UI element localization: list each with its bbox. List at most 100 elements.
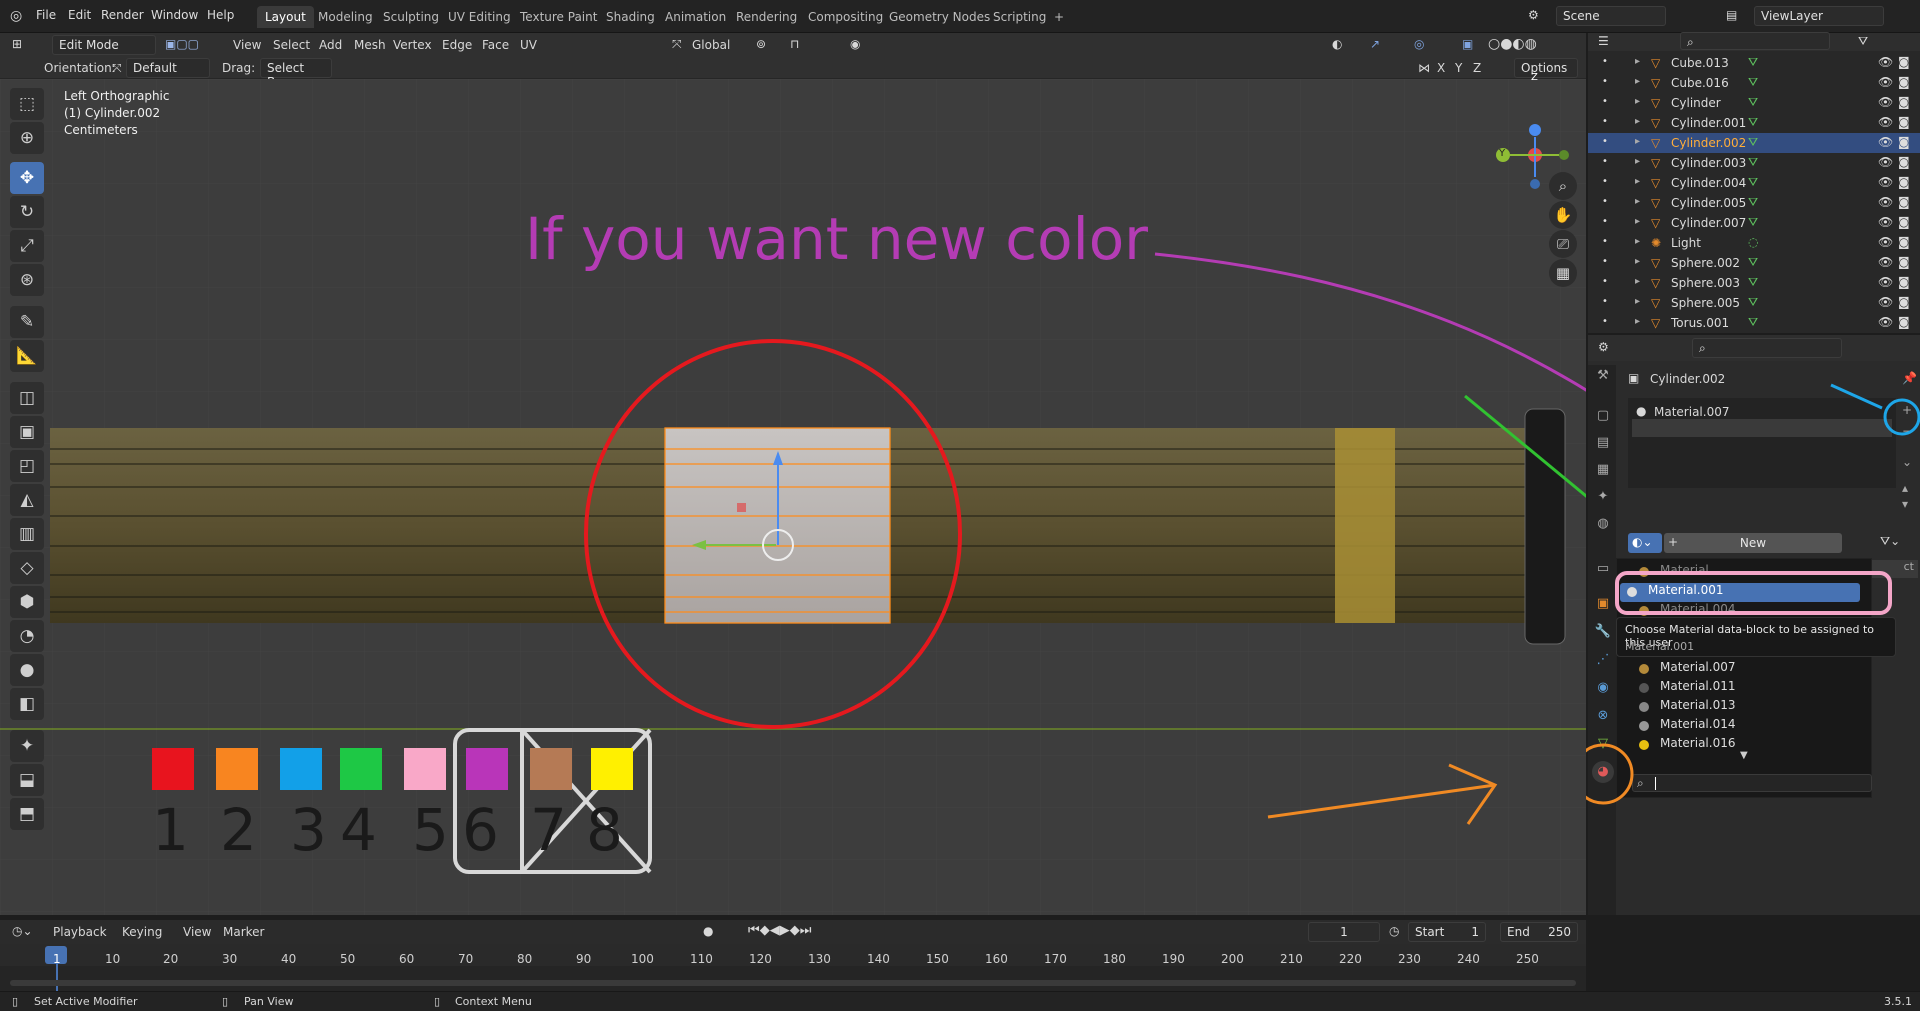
tab-compositing[interactable]: Compositing — [800, 6, 891, 28]
expand-icon[interactable]: ▸ — [1635, 96, 1640, 107]
record-icon[interactable]: ● — [703, 924, 713, 938]
visibility-dot-icon[interactable]: • — [1602, 196, 1608, 207]
menu-playback[interactable]: Playback — [53, 925, 107, 939]
visibility-dot-icon[interactable]: • — [1602, 276, 1608, 287]
overlay-toggle-icon[interactable]: ◎ — [1414, 37, 1424, 51]
nav-gizmo-z[interactable] — [1529, 124, 1541, 136]
render-camera-icon[interactable]: ◙ — [1898, 195, 1910, 209]
visibility-dot-icon[interactable]: • — [1602, 316, 1608, 327]
outliner-item[interactable]: • ▸ ▽ Cube.016 ⛛ 👁 ◙ — [1588, 73, 1920, 93]
edge-slide-tool-icon[interactable]: ◧ — [10, 688, 44, 720]
scale-tool-icon[interactable]: ⤢ — [10, 230, 44, 262]
proportional-edit-icon[interactable]: ◉ — [850, 37, 860, 51]
poly-build-tool-icon[interactable]: ⬢ — [10, 586, 44, 618]
extrude-tool-icon[interactable]: ▣ — [10, 416, 44, 448]
add-workspace-button[interactable]: + — [1046, 6, 1072, 28]
filter-icon[interactable]: ⛛ — [1858, 34, 1868, 49]
eye-icon[interactable]: 👁 — [1878, 75, 1893, 89]
ortho-grid-icon[interactable]: ▦ — [1549, 259, 1577, 287]
render-camera-icon[interactable]: ◙ — [1898, 255, 1910, 269]
preview-range-icon[interactable]: ◷ — [1389, 924, 1399, 938]
menu-keying[interactable]: Keying — [122, 925, 162, 939]
expand-icon[interactable]: ▸ — [1635, 276, 1640, 287]
outliner-item[interactable]: • ▸ ▽ Cylinder.007 ⛛ 👁 ◙ — [1588, 213, 1920, 233]
select-mode-icons[interactable]: ▣▢▢ — [165, 37, 199, 51]
eye-icon[interactable]: 👁 — [1878, 55, 1893, 69]
mesh-data-icon[interactable]: ⛛ — [1748, 215, 1758, 230]
menu-render[interactable]: Render — [101, 8, 144, 22]
eye-icon[interactable]: 👁 — [1878, 195, 1893, 209]
shrink-fatten-tool-icon[interactable]: ✦ — [10, 730, 44, 762]
menu-edge[interactable]: Edge — [442, 38, 472, 52]
eye-icon[interactable]: 👁 — [1878, 135, 1893, 149]
smooth-tool-icon[interactable]: ● — [10, 654, 44, 686]
transform-tool-icon[interactable]: ⊛ — [10, 264, 44, 296]
tab-geometry-nodes[interactable]: Geometry Nodes — [881, 6, 998, 28]
select-box-tool-icon[interactable]: ⬚ — [10, 88, 44, 120]
eye-icon[interactable]: 👁 — [1878, 175, 1893, 189]
mesh-data-icon[interactable]: ⛛ — [1748, 275, 1758, 290]
expand-icon[interactable]: ▸ — [1635, 196, 1640, 207]
expand-icon[interactable]: ▸ — [1635, 116, 1640, 127]
eye-icon[interactable]: 👁 — [1878, 315, 1893, 329]
eye-icon[interactable]: 👁 — [1878, 235, 1893, 249]
render-camera-icon[interactable]: ◙ — [1898, 295, 1910, 309]
expand-icon[interactable]: ▸ — [1635, 216, 1640, 227]
start-frame-field[interactable]: Start 1 — [1408, 922, 1486, 942]
eye-icon[interactable]: 👁 — [1878, 295, 1893, 309]
scene-field[interactable]: Scene — [1556, 6, 1666, 26]
visibility-dot-icon[interactable]: • — [1602, 216, 1608, 227]
render-camera-icon[interactable]: ◙ — [1898, 315, 1910, 329]
visibility-dot-icon[interactable]: • — [1602, 256, 1608, 267]
blender-logo-icon[interactable]: ◎ — [10, 8, 22, 24]
outliner-item[interactable]: • ▸ ▽ Cylinder ⛛ 👁 ◙ — [1588, 93, 1920, 113]
mirror-icon[interactable]: ⋈ — [1418, 61, 1430, 75]
menu-help[interactable]: Help — [207, 8, 234, 22]
transform-orientation-icon[interactable]: ⤧ — [672, 37, 682, 52]
add-cube-tool-icon[interactable]: ◫ — [10, 382, 44, 414]
shading-modes-icon[interactable]: ○●◐◍ — [1488, 36, 1537, 52]
scene-icon[interactable]: ⚙ — [1528, 8, 1539, 22]
render-camera-icon[interactable]: ◙ — [1898, 175, 1910, 189]
spin-tool-icon[interactable]: ◔ — [10, 620, 44, 652]
mesh-data-icon[interactable]: ⛛ — [1748, 175, 1758, 190]
xray-toggle-icon[interactable]: ▣ — [1462, 37, 1473, 51]
view-layer-icon[interactable]: ▤ — [1726, 8, 1737, 22]
menu-select[interactable]: Select — [273, 38, 310, 52]
render-camera-icon[interactable]: ◙ — [1898, 135, 1910, 149]
outliner-item[interactable]: • ▸ ▽ Sphere.003 ⛛ 👁 ◙ — [1588, 273, 1920, 293]
outliner-item[interactable]: • ▸ ▽ Cylinder.002 ⛛ 👁 ◙ — [1588, 133, 1920, 153]
snap-icon[interactable]: ⊓ — [790, 37, 799, 51]
mesh-data-icon[interactable]: ⛛ — [1748, 295, 1758, 310]
mesh-data-icon[interactable]: ⛛ — [1748, 55, 1758, 70]
axis-y-toggle[interactable]: Y — [1455, 61, 1462, 75]
bevel-tool-icon[interactable]: ◭ — [10, 484, 44, 516]
menu-face[interactable]: Face — [482, 38, 509, 52]
rotate-tool-icon[interactable]: ↻ — [10, 196, 44, 228]
axis-z-toggle[interactable]: Z — [1473, 61, 1481, 75]
axis-x-toggle[interactable]: X — [1437, 61, 1445, 75]
menu-add[interactable]: Add — [319, 38, 342, 52]
transform-orientation-dropdown[interactable]: Global — [692, 38, 730, 52]
render-camera-icon[interactable]: ◙ — [1898, 215, 1910, 229]
zoom-icon[interactable]: ⌕ — [1549, 172, 1577, 200]
mesh-data-icon[interactable]: ⛛ — [1748, 195, 1758, 210]
expand-icon[interactable]: ▸ — [1635, 316, 1640, 327]
menu-vertex[interactable]: Vertex — [393, 38, 432, 52]
outliner-item[interactable]: • ▸ ▽ Sphere.005 ⛛ 👁 ◙ — [1588, 293, 1920, 313]
visibility-dot-icon[interactable]: • — [1602, 236, 1608, 247]
outliner-search-icon[interactable]: ⌕ — [1680, 32, 1830, 50]
outliner-item[interactable]: • ▸ ▽ Cylinder.003 ⛛ 👁 ◙ — [1588, 153, 1920, 173]
shear-tool-icon[interactable]: ⬓ — [10, 764, 44, 796]
mesh-data-icon[interactable]: ⛛ — [1748, 155, 1758, 170]
menu-timeline-view[interactable]: View — [183, 925, 211, 939]
eye-icon[interactable]: 👁 — [1878, 115, 1893, 129]
visibility-dot-icon[interactable]: • — [1602, 116, 1608, 127]
visibility-dot-icon[interactable]: • — [1602, 56, 1608, 67]
gizmo-toggle-icon[interactable]: ↗ — [1370, 37, 1380, 51]
outliner-item[interactable]: • ▸ ▽ Cylinder.005 ⛛ 👁 ◙ — [1588, 193, 1920, 213]
mesh-data-icon[interactable]: ⛛ — [1748, 315, 1758, 330]
menu-file[interactable]: File — [36, 8, 56, 22]
eye-icon[interactable]: 👁 — [1878, 275, 1893, 289]
outliner-item[interactable]: • ▸ ✺ Light ◌ 👁 ◙ — [1588, 233, 1920, 253]
